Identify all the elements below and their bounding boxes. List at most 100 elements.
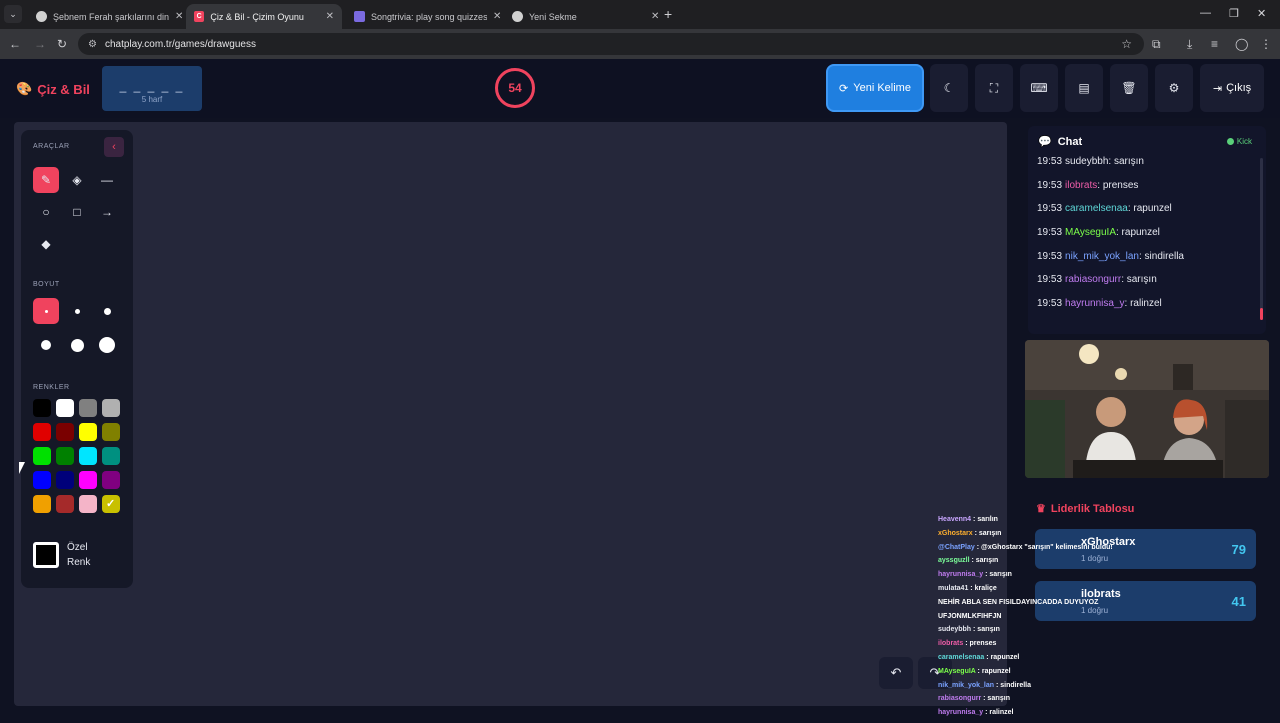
- exit-button[interactable]: ⇥ Çıkış: [1200, 64, 1264, 112]
- logo-text: Çiz & Bil: [37, 81, 90, 97]
- size-option-5[interactable]: [64, 332, 90, 358]
- address-bar[interactable]: ⚙ chatplay.com.tr/games/drawguess ☆: [78, 33, 1144, 55]
- menu-icon[interactable]: ⋮: [1260, 37, 1272, 51]
- forward-icon[interactable]: →: [34, 37, 46, 51]
- app-logo[interactable]: 🎨 Çiz & Bil: [16, 81, 90, 97]
- eraser-tool[interactable]: ◈: [64, 167, 90, 193]
- close-tab-icon[interactable]: ✕: [175, 11, 183, 22]
- site-info-icon[interactable]: ⚙: [88, 39, 97, 50]
- leaderboard-title: ♛ Liderlik Tablosu: [1036, 502, 1134, 516]
- color-swatch[interactable]: [79, 423, 97, 441]
- player-points: 41: [1231, 594, 1246, 609]
- circle-tool[interactable]: ○: [33, 199, 59, 225]
- settings-button[interactable]: ⚙: [1155, 64, 1193, 112]
- new-word-button[interactable]: ⟳ Yeni Kelime: [826, 64, 924, 112]
- arrow-tool[interactable]: →: [94, 199, 120, 225]
- minimize-button[interactable]: —: [1200, 7, 1211, 19]
- rectangle-tool[interactable]: □: [64, 199, 90, 225]
- color-swatch[interactable]: [33, 423, 51, 441]
- message-user[interactable]: rabiasongurr: [1065, 274, 1121, 285]
- dark-mode-button[interactable]: ☾: [930, 64, 968, 112]
- message-user[interactable]: ilobrats: [1065, 180, 1097, 191]
- bookmark-star-icon[interactable]: ☆: [1121, 37, 1132, 51]
- restore-button[interactable]: ❐: [1229, 7, 1239, 20]
- chat-message: 19:53 sudeyb­bh: sarışın: [1037, 156, 1259, 180]
- color-swatch[interactable]: [56, 495, 74, 513]
- chat-header: 💬 Chat: [1038, 135, 1082, 149]
- new-tab-button[interactable]: +: [664, 6, 672, 22]
- tab-yeni-sekme[interactable]: Yeni Sekme ✕: [504, 4, 667, 29]
- color-swatch[interactable]: [56, 447, 74, 465]
- keyboard-button[interactable]: ⌨: [1020, 64, 1058, 112]
- color-swatch[interactable]: [56, 471, 74, 489]
- size-option-1[interactable]: [33, 298, 59, 324]
- extensions-icon[interactable]: ⧉: [1152, 37, 1161, 52]
- circle-icon: ○: [42, 205, 50, 219]
- color-swatch[interactable]: [33, 471, 51, 489]
- overlay-user: Heavenn4: [938, 516, 972, 523]
- close-tab-icon[interactable]: ✕: [651, 11, 659, 22]
- collapse-panel-button[interactable]: ‹: [104, 137, 124, 157]
- paint-bucket-icon: ◆: [41, 237, 51, 251]
- profile-icon[interactable]: ◯: [1235, 37, 1248, 51]
- size-option-2[interactable]: [64, 298, 90, 324]
- fullscreen-button[interactable]: ⛶: [975, 64, 1013, 112]
- brush-tool[interactable]: ✎: [33, 167, 59, 193]
- undo-button[interactable]: ↶: [879, 657, 913, 689]
- color-swatch[interactable]: [79, 399, 97, 417]
- color-swatch[interactable]: [56, 423, 74, 441]
- close-window-button[interactable]: ✕: [1257, 7, 1266, 20]
- clear-button[interactable]: 🗑: [1110, 64, 1148, 112]
- back-icon[interactable]: ←: [9, 37, 21, 51]
- overlay-chat-line: mulata41 : kraliçe: [938, 585, 1178, 599]
- size-option-6[interactable]: [94, 332, 120, 358]
- close-tab-icon[interactable]: ✕: [326, 11, 334, 22]
- color-swatch[interactable]: [102, 495, 120, 513]
- tab-ciz-bil[interactable]: C Çiz & Bil - Çizim Oyunu ✕: [186, 4, 342, 29]
- overlay-text: UFJONMLKFIHFJN: [938, 612, 1002, 620]
- overlay-chat-line: ilobrats : prenses: [938, 640, 1178, 654]
- color-swatch[interactable]: [79, 495, 97, 513]
- color-swatch[interactable]: [33, 399, 51, 417]
- chat-scrollbar[interactable]: [1260, 158, 1263, 320]
- drawing-canvas[interactable]: [14, 122, 1007, 706]
- color-swatch[interactable]: [79, 471, 97, 489]
- media-icon[interactable]: ≡: [1211, 37, 1218, 51]
- size-option-4[interactable]: [33, 332, 59, 358]
- color-swatch[interactable]: [102, 423, 120, 441]
- color-swatch[interactable]: [79, 447, 97, 465]
- message-user[interactable]: nik_mik_yok_lan: [1065, 251, 1139, 262]
- custom-color-label: Özel Renk: [67, 540, 90, 570]
- message-user[interactable]: MAyseguIA: [1065, 227, 1116, 238]
- overlay-user: @ChatPlay: [938, 543, 975, 551]
- fill-tool[interactable]: ◆: [33, 231, 59, 257]
- tab-sebnem-ferah[interactable]: Şebnem Ferah şarkılarını dinle ✕: [28, 4, 191, 29]
- overlay-chat-line: @ChatPlay : @xGhostarx "sarışın" kelimes…: [938, 544, 1178, 558]
- address-toolbar: ← → ↻ ⚙ chatplay.com.tr/games/drawguess …: [0, 29, 1280, 59]
- expand-icon: ⛶: [989, 80, 999, 95]
- chat-message: 19:53 MAyseguIA: rapunzel: [1037, 227, 1259, 251]
- message-text: sarışın: [1113, 156, 1144, 167]
- color-swatch[interactable]: [102, 399, 120, 417]
- color-swatch[interactable]: [56, 399, 74, 417]
- custom-color-button[interactable]: Özel Renk: [33, 532, 123, 578]
- line-tool[interactable]: —: [94, 167, 120, 193]
- color-swatch[interactable]: [33, 495, 51, 513]
- close-tab-icon[interactable]: ✕: [493, 11, 501, 22]
- tab-search-button[interactable]: ⌄: [4, 5, 22, 23]
- download-icon[interactable]: ⤓: [1187, 37, 1192, 52]
- archive-button[interactable]: ▤: [1065, 64, 1103, 112]
- overlay-chat-line: rabiasongurr : sarışın: [938, 695, 1178, 709]
- size-option-3[interactable]: [94, 298, 120, 324]
- message-user[interactable]: hayrunnisa_y: [1065, 298, 1124, 309]
- overlay-chat-line: UFJONMLKFIHFJN: [938, 613, 1178, 627]
- square-icon: □: [73, 205, 81, 219]
- tab-songtrivia[interactable]: Songtrivia: play song quizzes a ✕: [346, 4, 509, 29]
- reload-icon[interactable]: ↻: [57, 37, 67, 51]
- message-user[interactable]: caramelsenaa: [1065, 203, 1128, 214]
- archive-icon: ▤: [1078, 81, 1090, 95]
- color-swatch[interactable]: [102, 471, 120, 489]
- message-user[interactable]: sudeyb­bh: [1065, 156, 1108, 167]
- color-swatch[interactable]: [33, 447, 51, 465]
- color-swatch[interactable]: [102, 447, 120, 465]
